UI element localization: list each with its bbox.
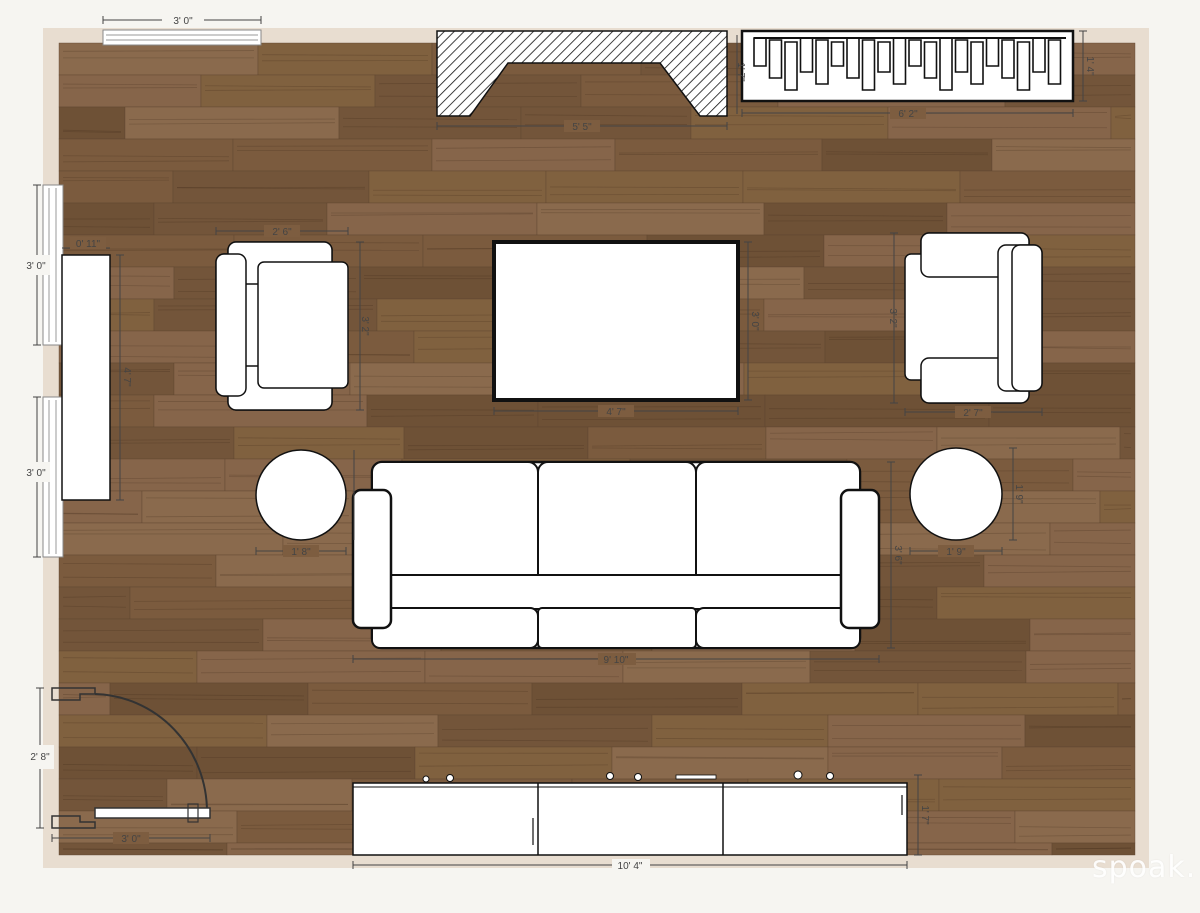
armchair-left: [215, 241, 349, 411]
dim-door-width: 3' 0": [121, 834, 141, 845]
side-table-right: [909, 447, 1003, 541]
spoak-logo: spoak.: [1092, 850, 1197, 885]
dim-window-left-upper: 3' 0": [26, 261, 46, 272]
ottoman: [492, 240, 740, 402]
dim-console-length: 4' 7": [121, 367, 132, 387]
dim-side-table-left: 1' 8": [291, 547, 311, 558]
dim-side-table-right-width: 1' 9": [946, 547, 966, 558]
console-table: [61, 254, 111, 501]
armchair-right: [904, 232, 1043, 404]
dim-door-height: 2' 8": [30, 752, 50, 763]
dim-sofa-depth: 3' 6": [892, 545, 903, 565]
dim-armchair-right-depth: 3' 2": [887, 308, 898, 328]
dim-window-top: 3' 0": [173, 16, 193, 27]
radiator: [740, 29, 1075, 103]
media-console: [352, 770, 908, 856]
sofa: [351, 460, 881, 650]
side-table-left: [255, 449, 347, 541]
dim-armchair-right-width: 2' 7": [963, 408, 983, 419]
window-top: [102, 29, 262, 46]
dim-ottoman-depth: 3' 0": [749, 311, 760, 331]
dim-sofa-width: 9' 10": [604, 655, 629, 666]
floor-planks: [58, 42, 1136, 856]
floor-plan: 3' 0" 5' 5" 6' 2" 1' 4" 1' 7" 3' 0" 3' 0…: [22, 13, 1149, 872]
dim-radiator-depth: 1' 4": [1084, 56, 1095, 76]
dim-console-depth: 0' 11": [76, 239, 101, 250]
dim-media-depth: 1' 7": [919, 805, 930, 825]
dim-armchair-left-width: 2' 6": [272, 227, 292, 238]
dim-media-width: 10' 4": [618, 861, 643, 872]
dim-armchair-left-depth: 3' 2": [359, 316, 370, 336]
dim-ottoman-width: 4' 7": [606, 407, 626, 418]
dim-radiator-width: 6' 2": [898, 109, 918, 120]
dim-fireplace-depth: 1' 7": [735, 62, 746, 82]
dim-window-left-lower: 3' 0": [26, 468, 46, 479]
dim-fireplace-width: 5' 5": [572, 122, 592, 133]
dim-side-table-right-depth: 1' 9": [1013, 484, 1024, 504]
